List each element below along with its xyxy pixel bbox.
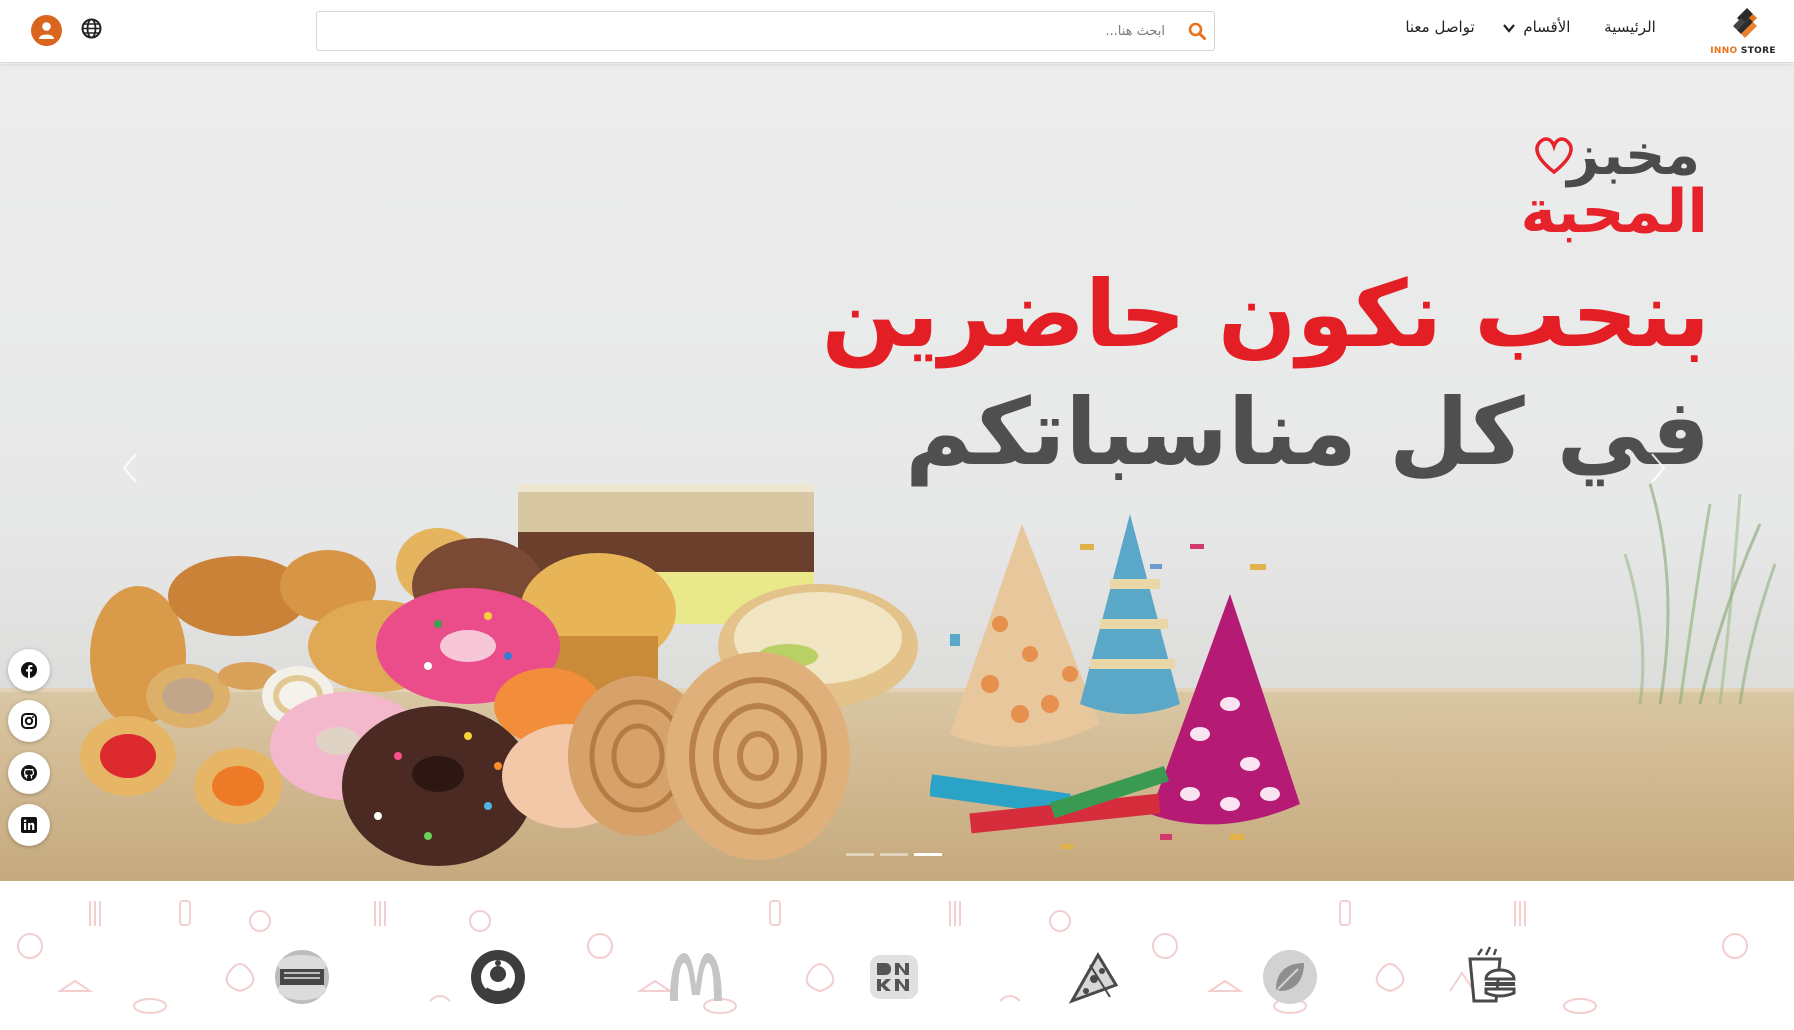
- starbucks-logo[interactable]: [466, 945, 530, 1009]
- search-box: [316, 11, 1215, 51]
- logo-text: INNO STORE: [1708, 46, 1778, 56]
- nav-home[interactable]: الرئيسية: [1595, 18, 1665, 40]
- logo-text-main: INNO: [1710, 46, 1738, 56]
- burger-fries-logo[interactable]: [1456, 945, 1520, 1009]
- pastries-image: [80, 484, 918, 866]
- dunkin-logo[interactable]: [862, 945, 926, 1009]
- search-icon[interactable]: [1188, 22, 1206, 40]
- instagram-link[interactable]: [8, 700, 50, 742]
- linkedin-link[interactable]: [8, 804, 50, 846]
- bakery-name-line2: المحبة: [1520, 177, 1708, 247]
- nav-categories-label: الأقسام: [1523, 18, 1571, 36]
- linkedin-icon: [21, 817, 37, 833]
- nav-contact[interactable]: تواصل معنا: [1398, 18, 1482, 40]
- heart-icon: [1535, 137, 1573, 175]
- leaf-logo[interactable]: [1258, 945, 1322, 1009]
- chevron-down-icon: [1502, 24, 1515, 33]
- instagram-icon: [21, 713, 37, 729]
- logo-text-accent: STORE: [1740, 46, 1776, 56]
- pizza-logo[interactable]: [1062, 945, 1126, 1009]
- github-icon: [21, 765, 37, 781]
- burger-king-logo[interactable]: [270, 945, 334, 1009]
- store-logo[interactable]: INNO STORE: [1708, 2, 1778, 58]
- carousel-dot-3[interactable]: [914, 853, 942, 856]
- hero-headline-line2: في كل مناسباتكم: [905, 379, 1710, 486]
- carousel-next-arrow-icon[interactable]: [1642, 448, 1672, 488]
- github-link[interactable]: [8, 752, 50, 794]
- search-input[interactable]: [327, 17, 1165, 45]
- user-icon: [39, 22, 54, 39]
- globe-icon[interactable]: [81, 18, 102, 39]
- logo-mark-icon: [1733, 8, 1757, 38]
- top-navbar: INNO STORE الرئيسية الأقسام تواصل معنا: [0, 0, 1794, 63]
- carousel-dot-2[interactable]: [880, 853, 908, 856]
- mcdonalds-logo[interactable]: [664, 945, 728, 1009]
- carousel-dot-1[interactable]: [846, 853, 874, 856]
- carousel-indicators: [846, 853, 946, 857]
- facebook-link[interactable]: [8, 649, 50, 691]
- brands-strip: [0, 881, 1794, 1030]
- hero-headline-line1: بنحب نكون حاضرين: [821, 261, 1710, 368]
- user-account-button[interactable]: [31, 15, 62, 46]
- grass-decoration: [1623, 483, 1777, 704]
- hero-carousel: مخبز المحبة بنحب نكون حاضرين في كل مناسب…: [0, 64, 1794, 881]
- facebook-icon: [21, 662, 37, 678]
- party-hats-image: [930, 514, 1300, 849]
- nav-categories[interactable]: الأقسام: [1494, 18, 1578, 40]
